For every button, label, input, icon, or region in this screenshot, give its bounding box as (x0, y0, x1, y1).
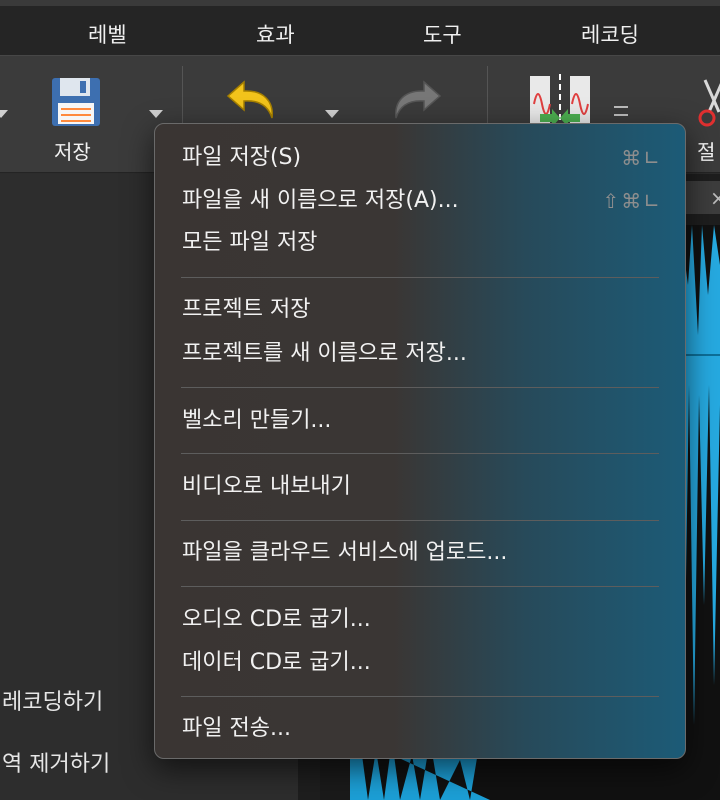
undo-dropdown-caret[interactable] (325, 110, 339, 118)
menu-item-shortcut: ⌘∟ (621, 146, 662, 170)
menu-recording[interactable]: 레코딩 (581, 19, 639, 49)
menu-item-send-file[interactable]: 파일 전송... (182, 711, 662, 747)
undo-icon[interactable] (226, 78, 280, 122)
save-button[interactable]: 저장 (48, 76, 104, 166)
menu-divider (181, 696, 659, 697)
menu-item-label: 데이터 CD로 굽기... (182, 650, 371, 675)
menu-level[interactable]: 레벨 (88, 19, 127, 49)
menu-item-save-as[interactable]: 파일을 새 이름으로 저장(A)... ⇧⌘∟ (182, 183, 662, 219)
split-audio-icon[interactable] (526, 74, 596, 129)
cut-label: 절 (697, 140, 716, 164)
menu-item-label: 파일을 클라우드 서비스에 업로드... (182, 540, 508, 565)
menu-item-label: 프로젝트를 새 이름으로 저장... (182, 341, 467, 366)
menu-divider (181, 586, 659, 587)
close-tab-icon[interactable]: × (710, 186, 720, 210)
menu-item-label: 오디오 CD로 굽기... (182, 607, 371, 632)
save-dropdown-caret[interactable] (149, 110, 163, 118)
waveform-peaks-icon (680, 225, 720, 800)
menu-tools[interactable]: 도구 (423, 19, 462, 49)
left-panel-item-recording[interactable]: 레코딩하기 (2, 684, 103, 716)
menu-item-label: 파일 전송... (182, 716, 291, 741)
menu-item-export-video[interactable]: 비디오로 내보내기 (182, 469, 662, 505)
menu-item-label: 비디오로 내보내기 (182, 474, 351, 499)
save-label: 저장 (54, 140, 91, 164)
menu-divider (181, 520, 659, 521)
left-panel-item-remove[interactable]: 역 제거하기 (2, 746, 110, 778)
menu-item-label: 파일을 새 이름으로 저장(A)... (182, 188, 459, 213)
scissors-icon[interactable] (697, 78, 720, 128)
menu-item-label: 프로젝트 저장 (182, 297, 311, 322)
menu-item-make-ringtone[interactable]: 벨소리 만들기... (182, 403, 662, 439)
menu-divider (181, 453, 659, 454)
menu-effects[interactable]: 효과 (256, 19, 295, 49)
split-dropdown-caret[interactable] (614, 106, 628, 116)
menu-item-label: 모든 파일 저장 (182, 230, 318, 255)
menu-item-save-file[interactable]: 파일 저장(S) ⌘∟ (182, 140, 662, 176)
save-context-menu: 파일 저장(S) ⌘∟ 파일을 새 이름으로 저장(A)... ⇧⌘∟ 모든 파… (154, 123, 686, 759)
menu-item-label: 파일 저장(S) (182, 145, 302, 170)
menu-item-save-project-as[interactable]: 프로젝트를 새 이름으로 저장... (182, 336, 662, 372)
floppy-disk-icon (52, 78, 100, 126)
menu-divider (181, 277, 659, 278)
menu-item-burn-data-cd[interactable]: 데이터 CD로 굽기... (182, 645, 662, 681)
menu-item-burn-audio-cd[interactable]: 오디오 CD로 굽기... (182, 602, 662, 638)
menu-item-shortcut: ⇧⌘∟ (602, 189, 662, 213)
menu-item-upload-cloud[interactable]: 파일을 클라우드 서비스에 업로드... (182, 535, 662, 571)
app-window: 레벨 효과 도구 레코딩 저장 절 레코딩하기 역 제거하기 × 파일 저장(S… (0, 0, 720, 800)
menu-item-save-project[interactable]: 프로젝트 저장 (182, 292, 662, 328)
waveform[interactable] (680, 225, 720, 800)
menu-divider (181, 387, 659, 388)
prev-dropdown-caret[interactable] (0, 110, 8, 118)
menu-item-label: 벨소리 만들기... (182, 408, 332, 433)
menu-item-save-all[interactable]: 모든 파일 저장 (182, 225, 662, 261)
redo-icon[interactable] (388, 78, 442, 122)
menu-bar: 레벨 효과 도구 레코딩 (0, 0, 720, 55)
